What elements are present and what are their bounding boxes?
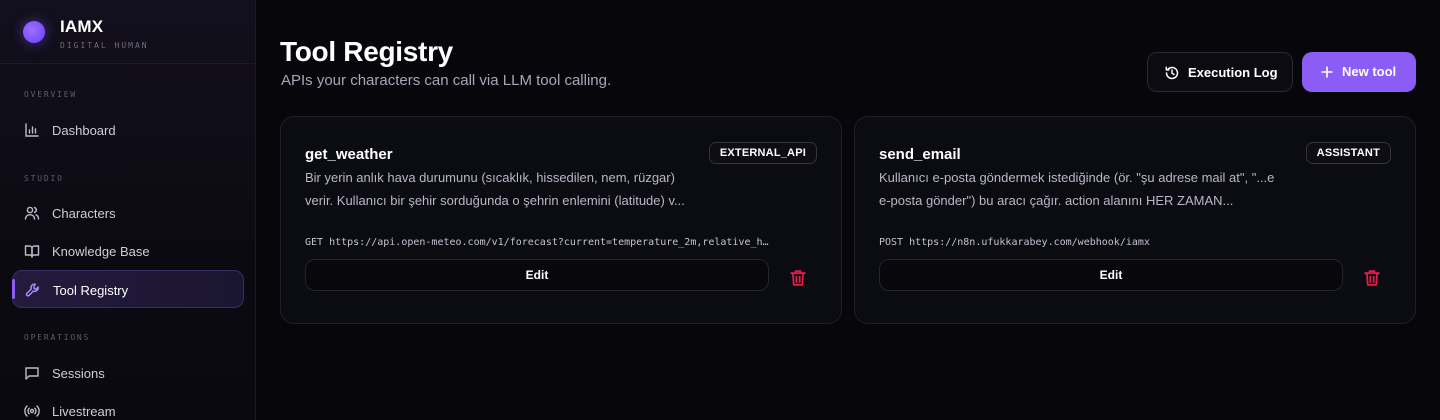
edit-button[interactable]: Edit — [305, 259, 769, 291]
new-tool-button[interactable]: New tool — [1302, 52, 1416, 92]
plus-icon — [1319, 64, 1335, 80]
radio-icon — [24, 403, 40, 419]
trash-icon — [1361, 267, 1383, 289]
tool-type-badge: ASSISTANT — [1305, 142, 1391, 164]
bar-chart-icon — [24, 122, 40, 138]
edit-button[interactable]: Edit — [879, 259, 1343, 291]
wrench-icon — [25, 282, 41, 298]
section-label-overview: OVERVIEW — [24, 90, 77, 99]
sidebar-item-characters[interactable]: Characters — [12, 194, 244, 232]
brand-name: IAMX — [60, 17, 104, 36]
sidebar-item-tool-registry[interactable]: Tool Registry — [12, 270, 244, 308]
tool-name: get_weather — [305, 146, 393, 163]
page-title: Tool Registry — [280, 36, 453, 67]
delete-button[interactable] — [1361, 267, 1383, 289]
tool-description: Bir yerin anlık hava durumunu (sıcaklık,… — [305, 166, 715, 212]
history-icon — [1164, 65, 1180, 81]
tool-card: send_email ASSISTANT Kullanıcı e-posta g… — [854, 116, 1416, 324]
book-open-icon — [24, 243, 40, 259]
tool-endpoint: GET https://api.open-meteo.com/v1/foreca… — [305, 237, 769, 248]
delete-button[interactable] — [787, 267, 809, 289]
sidebar-item-label: Livestream — [52, 404, 116, 419]
trash-icon — [787, 267, 809, 289]
edit-button-label: Edit — [1099, 268, 1123, 282]
tool-description: Kullanıcı e-posta göndermek istediğinde … — [879, 166, 1289, 212]
tool-description-line: verir. Kullanıcı bir şehir sorduğunda o … — [305, 193, 685, 208]
new-tool-label: New tool — [1342, 64, 1397, 79]
message-square-icon — [24, 365, 40, 381]
brand-logo — [23, 21, 45, 43]
page-subtitle: APIs your characters can call via LLM to… — [281, 72, 612, 89]
sidebar-item-label: Tool Registry — [53, 283, 129, 298]
tool-type-badge: EXTERNAL_API — [708, 142, 817, 164]
tool-endpoint: POST https://n8n.ufukkarabey.com/webhook… — [879, 237, 1150, 248]
users-icon — [24, 205, 40, 221]
section-label-operations: OPERATIONS — [24, 333, 91, 342]
tool-description-line: Kullanıcı e-posta göndermek istediğinde … — [879, 170, 1275, 185]
tool-description-line: Bir yerin anlık hava durumunu (sıcaklık,… — [305, 170, 675, 185]
sidebar-item-dashboard[interactable]: Dashboard — [12, 111, 244, 149]
sidebar: IAMX DIGITAL HUMAN OVERVIEW Dashboard ST… — [0, 0, 256, 420]
tool-description-line: e-posta gönder") bu aracı çağır. action … — [879, 193, 1234, 208]
sidebar-item-label: Characters — [52, 206, 116, 221]
sidebar-item-sessions[interactable]: Sessions — [12, 354, 244, 392]
sidebar-item-label: Sessions — [52, 366, 105, 381]
app-root: IAMX DIGITAL HUMAN OVERVIEW Dashboard ST… — [0, 0, 1440, 420]
sidebar-item-livestream[interactable]: Livestream — [12, 392, 244, 420]
tool-name: send_email — [879, 146, 961, 163]
section-label-studio: STUDIO — [24, 174, 64, 183]
brand[interactable]: IAMX DIGITAL HUMAN — [0, 0, 255, 64]
sidebar-item-label: Knowledge Base — [52, 244, 150, 259]
execution-log-button[interactable]: Execution Log — [1147, 52, 1293, 92]
brand-subtitle: DIGITAL HUMAN — [60, 41, 149, 50]
execution-log-label: Execution Log — [1188, 65, 1278, 80]
sidebar-item-knowledge-base[interactable]: Knowledge Base — [12, 232, 244, 270]
edit-button-label: Edit — [525, 268, 549, 282]
tool-card: get_weather EXTERNAL_API Bir yerin anlık… — [280, 116, 842, 324]
sidebar-item-label: Dashboard — [52, 123, 116, 138]
